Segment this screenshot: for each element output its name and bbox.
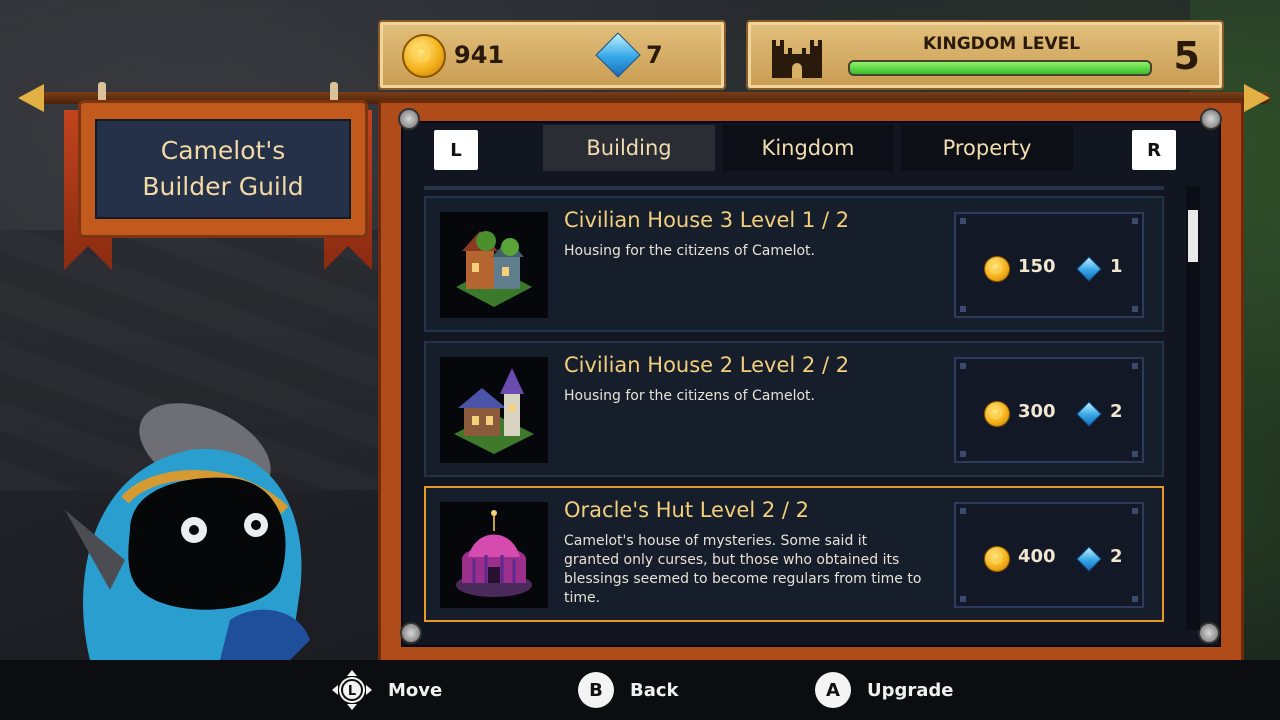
gold-amount: 941 [454, 41, 505, 69]
building-thumbnail [440, 502, 548, 608]
building-row-selected[interactable]: Oracle's Hut Level 2 / 2 Camelot's house… [424, 486, 1164, 622]
svg-text:L: L [348, 684, 356, 699]
civilian-house-2-icon [454, 368, 534, 454]
rod-tip-left [18, 84, 44, 112]
resource-panel: 941 7 [378, 20, 726, 90]
gold-cost: 300 [1018, 401, 1056, 422]
guild-banner: Camelot's Builder Guild [78, 100, 368, 238]
rod-tip-right [1244, 84, 1270, 112]
hint-move[interactable]: L Move [332, 670, 443, 710]
gold-cost: 400 [1018, 546, 1056, 567]
building-row[interactable]: Civilian House 3 Level 1 / 2 Housing for… [424, 196, 1164, 332]
tab-next-button[interactable]: R [1132, 130, 1176, 170]
gem-amount: 7 [646, 41, 663, 69]
kingdom-progress-fill [850, 62, 1150, 74]
builder-character [65, 403, 310, 660]
gem-cost: 1 [1110, 256, 1123, 277]
kingdom-level-panel: KINGDOM LEVEL 5 [746, 20, 1224, 90]
b-button-icon: B [578, 672, 614, 708]
guild-title: Camelot's Builder Guild [142, 136, 304, 201]
building-list: Civilian House 3 Level 1 / 2 Housing for… [424, 196, 1166, 630]
kingdom-level-number: 5 [1173, 34, 1200, 78]
civilian-house-3-icon [456, 231, 532, 307]
hint-label: Move [388, 679, 443, 701]
building-title: Civilian House 2 Level 2 / 2 [564, 353, 850, 377]
a-button-icon: A [815, 672, 851, 708]
upgrade-cost-box: 400 2 [954, 502, 1144, 608]
hint-back[interactable]: B Back [578, 672, 679, 708]
tab-property[interactable]: Property [901, 125, 1073, 171]
building-title: Oracle's Hut Level 2 / 2 [564, 498, 809, 522]
building-description: Housing for the citizens of Camelot. [564, 243, 815, 259]
gem-icon [1076, 401, 1102, 427]
coin-icon [402, 34, 446, 78]
castle-icon [772, 40, 822, 78]
bolt [1198, 622, 1220, 644]
gem-icon [595, 32, 641, 78]
kingdom-progress-bar [848, 60, 1152, 76]
gem-cost: 2 [1110, 546, 1123, 567]
building-description: Camelot's house of mysteries. Some said … [564, 533, 922, 606]
list-scrollbar[interactable] [1186, 186, 1200, 630]
bolt [400, 622, 422, 644]
guild-banner-plate: Camelot's Builder Guild [95, 119, 351, 219]
control-hints-bar: L Move B Back A Upgrade [0, 660, 1280, 720]
tab-bar: L Building Kingdom Property R [400, 122, 1220, 174]
building-description: Housing for the citizens of Camelot. [564, 388, 815, 404]
gem-icon [1076, 256, 1102, 282]
gem-icon [1076, 546, 1102, 572]
hint-label: Upgrade [867, 679, 954, 701]
kingdom-level-label: KINGDOM LEVEL [923, 34, 1081, 54]
building-thumbnail [440, 212, 548, 318]
tab-prev-button[interactable]: L [434, 130, 478, 170]
coin-icon [984, 256, 1010, 282]
coin-icon [984, 401, 1010, 427]
tab-divider [424, 186, 1164, 190]
hint-upgrade[interactable]: A Upgrade [815, 672, 954, 708]
scrollbar-thumb[interactable] [1188, 210, 1198, 262]
building-title: Civilian House 3 Level 1 / 2 [564, 208, 850, 232]
left-stick-icon: L [332, 670, 372, 710]
hint-label: Back [630, 679, 679, 701]
coin-icon [984, 546, 1010, 572]
building-thumbnail [440, 357, 548, 463]
upgrade-cost-box: 300 2 [954, 357, 1144, 463]
building-row[interactable]: Civilian House 2 Level 2 / 2 Housing for… [424, 341, 1164, 477]
gem-cost: 2 [1110, 401, 1123, 422]
upgrade-cost-box: 150 1 [954, 212, 1144, 318]
tab-kingdom[interactable]: Kingdom [722, 125, 894, 171]
tab-building[interactable]: Building [543, 125, 715, 171]
oracles-hut-icon [456, 510, 532, 597]
gold-cost: 150 [1018, 256, 1056, 277]
